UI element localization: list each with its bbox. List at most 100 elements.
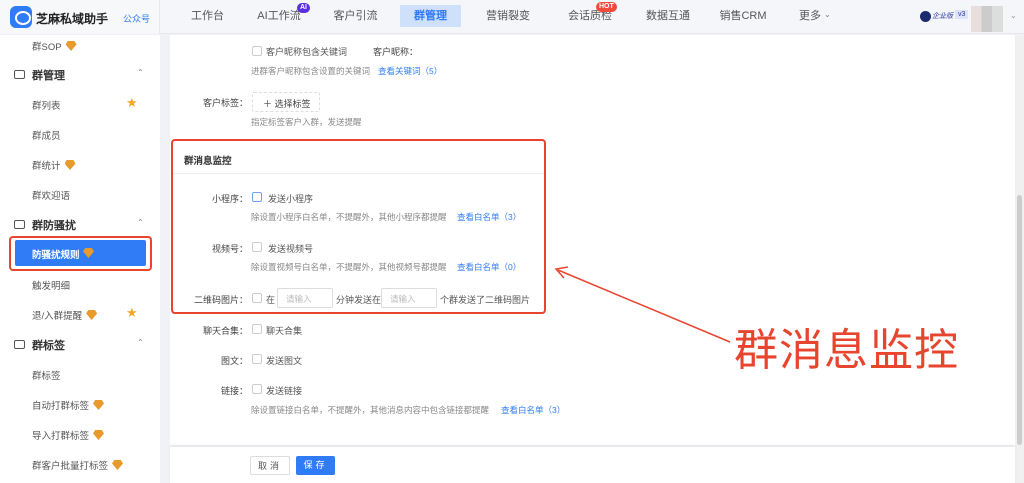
account-link[interactable]: 公众号 (123, 12, 150, 25)
view-whitelist-link[interactable]: 查看白名单（3） (501, 404, 565, 416)
vip-gem-icon (93, 400, 105, 410)
form-footer: 取消 保存 (170, 447, 1015, 483)
qrcode-prefix: 在 (266, 295, 276, 305)
star-icon[interactable]: ★ (126, 305, 138, 321)
links-option: 发送链接 (266, 386, 303, 396)
qrcode-middle: 分钟发送在 (336, 295, 382, 305)
sidebar-section-anti-harassment[interactable]: 群防骚扰 (32, 217, 76, 233)
sidebar-item-batch-tag[interactable]: 群客户批量打标签 (32, 458, 124, 472)
sidebar-item-group-welcome[interactable]: 群欢迎语 (32, 188, 70, 202)
vip-gem-icon (93, 430, 105, 440)
vip-gem-icon (64, 160, 76, 170)
sidebar-item-group-tags[interactable]: 群标签 (32, 368, 61, 382)
sidebar-item-group-stats[interactable]: 群统计 (32, 158, 76, 172)
chevron-up-icon[interactable]: ⌃ (137, 68, 144, 77)
save-button[interactable]: 保存 (296, 456, 335, 475)
qrcode-checkbox[interactable] (252, 293, 262, 303)
chevron-down-icon[interactable]: ⌄ (1010, 11, 1017, 20)
plus-icon: ＋ (263, 99, 275, 109)
sidebar-item-trigger-details[interactable]: 触发明细 (32, 278, 70, 292)
edition-label: 企业版 (932, 13, 953, 20)
channels-hint: 除设置视频号白名单，不提醒外，其他视频号都提醒 (251, 262, 447, 272)
vip-gem-icon (65, 41, 77, 51)
sidebar-item-auto-tag[interactable]: 自动打群标签 (32, 398, 105, 412)
chevron-down-icon[interactable]: ⌄ (100, 11, 107, 20)
chevron-up-icon[interactable]: ⌃ (137, 218, 144, 227)
channels-label: 视频号： (211, 244, 248, 254)
ai-badge: AI (297, 3, 310, 13)
article-option: 发送图文 (266, 356, 303, 366)
sidebar-item-label: 群SOP (32, 42, 62, 53)
miniprogram-checkbox[interactable] (252, 192, 262, 202)
nickname-hint: 进群客户昵称包含设置的关键词 (251, 66, 371, 76)
nav-sales-crm[interactable]: 销售CRM (713, 5, 773, 27)
sidebar-item-anti-harassment-rules[interactable]: 防骚扰规则 (15, 240, 146, 266)
nav-more[interactable]: 更多 (795, 5, 825, 27)
logo-icon (10, 6, 32, 28)
view-keywords-link[interactable]: 查看关键词（5） (378, 65, 442, 77)
chat-checkbox[interactable] (252, 324, 262, 334)
miniprogram-label: 小程序： (211, 194, 248, 204)
channels-option: 发送视频号 (268, 244, 314, 254)
nickname-checkbox[interactable] (252, 46, 262, 56)
minutes-input[interactable]: 请输入 (277, 288, 333, 308)
brand-name: 芝麻私域助手 (36, 12, 109, 26)
links-label: 链接： (220, 386, 248, 396)
view-whitelist-link[interactable]: 查看白名单（3） (457, 211, 521, 223)
article-checkbox[interactable] (252, 354, 262, 364)
sidebar-item-label: 群客户批量打标签 (32, 461, 109, 472)
annotation-arrow (554, 266, 731, 343)
groups-input[interactable]: 请输入 (381, 288, 437, 308)
miniprogram-option: 发送小程序 (268, 194, 314, 204)
links-checkbox[interactable] (252, 384, 262, 394)
sidebar-item-group-sop[interactable]: 群SOP (32, 39, 77, 53)
chevron-up-icon[interactable]: ⌃ (137, 338, 144, 347)
sidebar-item-import-tag[interactable]: 导入打群标签 (32, 428, 105, 442)
vip-gem-icon (112, 460, 124, 470)
nav-customer-acquisition[interactable]: 客户引流 (328, 5, 383, 27)
tag-icon (14, 340, 25, 349)
avatar[interactable] (971, 6, 1003, 32)
channels-checkbox[interactable] (252, 242, 262, 252)
divider (173, 173, 544, 174)
annotation-label: 群消息监控 (734, 326, 959, 375)
view-whitelist-link[interactable]: 查看白名单（0） (457, 261, 521, 273)
group-icon (14, 70, 25, 79)
star-icon[interactable]: ★ (126, 95, 138, 111)
enterprise-icon (920, 11, 931, 22)
tags-hint: 指定标签客户入群，发送提醒 (251, 117, 362, 127)
sidebar-item-label: 导入打群标签 (32, 431, 90, 442)
sidebar-section-group-management[interactable]: 群管理 (32, 67, 65, 83)
nav-group-management[interactable]: 群管理 (400, 5, 461, 27)
cancel-button[interactable]: 取消 (250, 456, 290, 475)
nickname-option: 客户昵称包含关键词 (266, 47, 348, 57)
sidebar-item-join-leave-alert[interactable]: 退/入群提醒 (32, 308, 98, 322)
sidebar-item-group-members[interactable]: 群成员 (32, 128, 61, 142)
arrow-head (554, 266, 569, 279)
scrollbar-thumb[interactable] (1017, 195, 1022, 445)
sidebar-item-label: 自动打群标签 (32, 401, 90, 412)
brand-area[interactable]: 芝麻私域助手 ⌄ 公众号 (0, 0, 160, 34)
scrollbar[interactable] (1015, 35, 1024, 483)
section-title: 群消息监控 (184, 156, 232, 167)
form-panel: 客户昵称： 客户昵称包含关键词 进群客户昵称包含设置的关键词 查看关键词（5） … (170, 35, 1015, 445)
tags-label: 客户标签： (202, 98, 248, 108)
sidebar-item-label: 群统计 (32, 161, 61, 172)
vip-gem-icon (83, 248, 94, 258)
sidebar: 群SOP 群管理 ⌃ 群列表 ★ 群成员 群统计 群欢迎语 群防骚扰 ⌃ 防骚扰… (0, 35, 160, 483)
select-tags-button[interactable]: ＋ 选择标签 (252, 92, 320, 112)
sidebar-section-group-tags[interactable]: 群标签 (32, 337, 65, 353)
nav-marketing[interactable]: 营销裂变 (478, 5, 538, 27)
sidebar-item-label: 防骚扰规则 (32, 250, 80, 261)
nav-workbench[interactable]: 工作台 (180, 5, 235, 27)
sidebar-item-group-list[interactable]: 群列表 (32, 98, 61, 112)
top-nav-bar: 芝麻私域助手 ⌄ 公众号 工作台 AI工作流 AI 客户引流 群管理 营销裂变 … (0, 0, 1024, 34)
chat-option: 聊天合集 (266, 326, 303, 336)
chevron-down-icon: ⌄ (824, 10, 831, 19)
qrcode-label: 二维码图片： (193, 295, 248, 305)
article-label: 图文： (220, 356, 248, 366)
nav-data-sync[interactable]: 数据互通 (638, 5, 698, 27)
links-hint: 除设置链接白名单，不提醒外，其他消息内容中包含链接都提醒 (251, 405, 490, 415)
qrcode-suffix: 个群发送了二维码图片 (440, 295, 531, 305)
shield-icon (14, 220, 25, 229)
